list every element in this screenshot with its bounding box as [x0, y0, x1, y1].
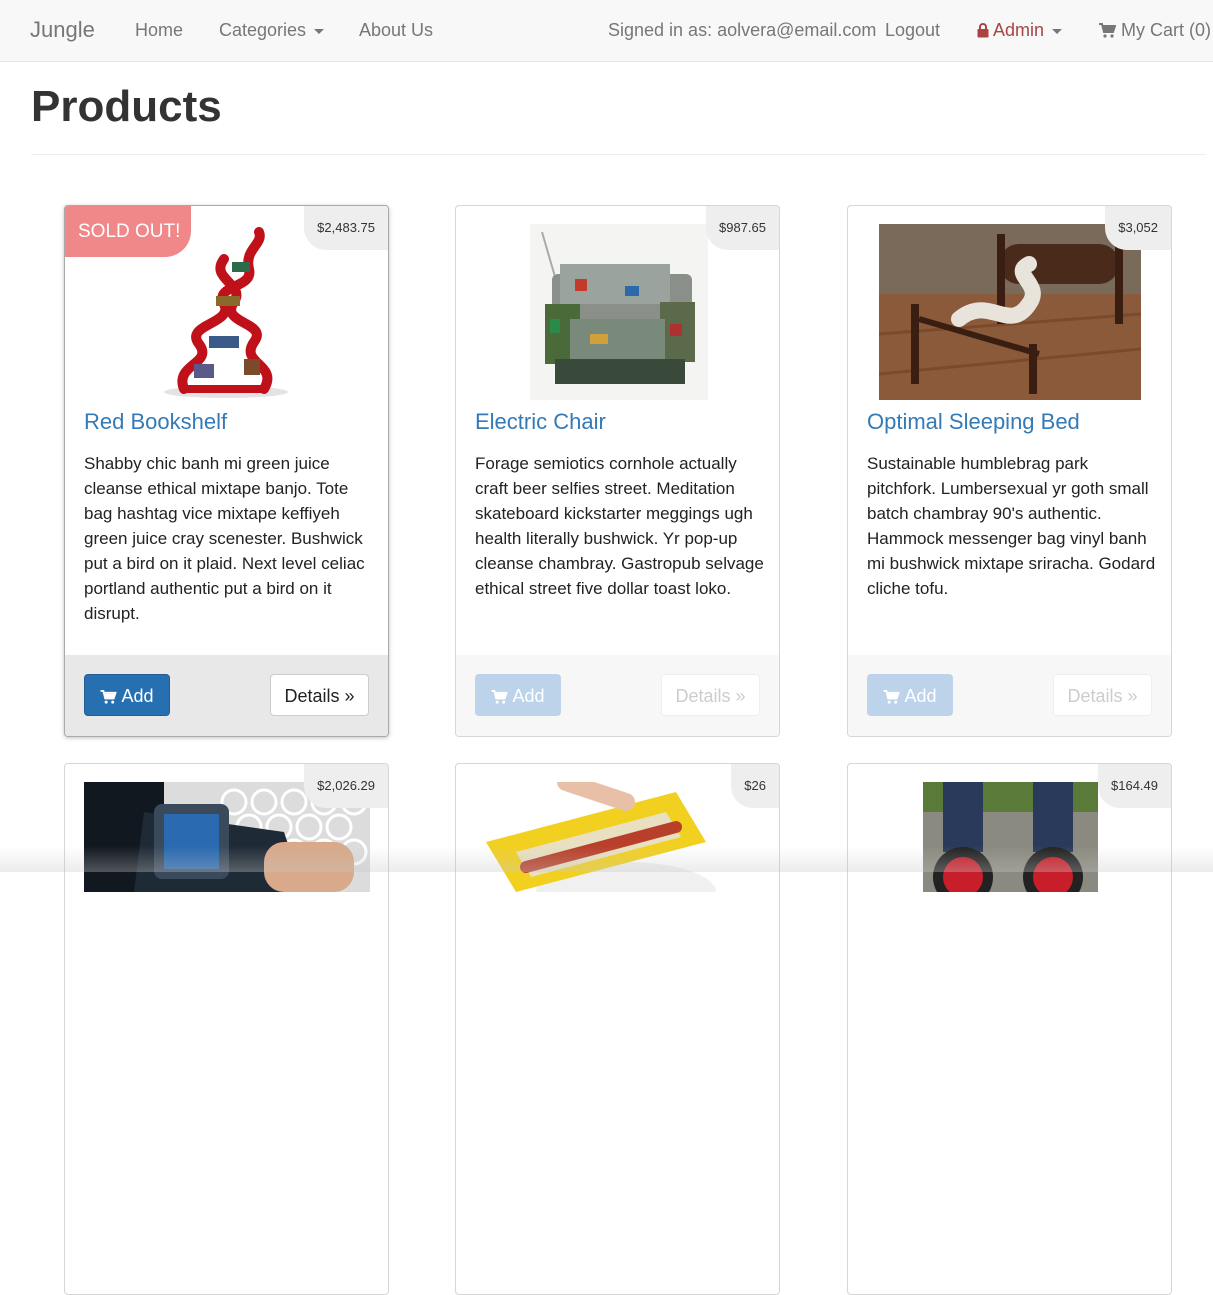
- cart-label: My Cart (0): [1121, 20, 1212, 40]
- logout-link[interactable]: Logout: [885, 0, 940, 60]
- price-tag: $987.65: [706, 206, 779, 250]
- signed-in-text: Signed in as: aolvera@email.com: [608, 20, 877, 40]
- cart-link[interactable]: My Cart (0): [1099, 0, 1211, 60]
- product-card: $26: [455, 763, 780, 1295]
- nav-home-link[interactable]: Home: [135, 0, 183, 60]
- product-description: Sustainable humblebrag park pitchfork. L…: [867, 454, 1156, 598]
- card-footer: Add Details »: [456, 655, 779, 736]
- add-button-label: Add: [121, 686, 154, 706]
- caret-down-icon: [1052, 28, 1063, 34]
- details-button[interactable]: Details »: [661, 674, 760, 716]
- product-title-link[interactable]: Optimal Sleeping Bed: [867, 409, 1080, 435]
- product-card: $2,026.29: [64, 763, 389, 1295]
- nav-about-link[interactable]: About Us: [359, 0, 433, 60]
- product-card: $987.65 Electric Chair Forage semiotics …: [455, 205, 780, 737]
- price-tag: $164.49: [1098, 764, 1171, 808]
- product-description: Shabby chic banh mi green juice cleanse …: [84, 454, 365, 623]
- product-title-link[interactable]: Electric Chair: [475, 409, 606, 435]
- page-title: Products: [31, 82, 222, 131]
- product-title-link[interactable]: Red Bookshelf: [84, 409, 227, 435]
- nav-categories-dropdown[interactable]: Categories: [219, 0, 325, 60]
- shopping-cart-icon: [1099, 20, 1117, 40]
- brand-link[interactable]: Jungle: [30, 0, 95, 60]
- product-image-hoverboard[interactable]: [923, 782, 1098, 892]
- details-button[interactable]: Details »: [270, 674, 369, 716]
- product-card: $3,052 Optimal Sleeping Bed Sustainable …: [847, 205, 1172, 737]
- add-button-label: Add: [512, 686, 545, 706]
- product-image-electric-chair[interactable]: [530, 224, 708, 400]
- card-footer: Add Details »: [848, 655, 1171, 736]
- product-description: Forage semiotics cornhole actually craft…: [475, 454, 764, 598]
- card-footer: Add Details »: [65, 655, 388, 736]
- product-image-hotdog-slicer[interactable]: [476, 782, 762, 892]
- shopping-cart-icon: [101, 690, 118, 704]
- add-to-cart-button[interactable]: Add: [867, 674, 953, 716]
- lock-icon: [977, 20, 989, 40]
- page-header: Products: [31, 82, 1206, 155]
- admin-dropdown[interactable]: Admin: [977, 0, 1063, 60]
- product-card: SOLD OUT! $2,483.75 Red Bookshelf Shabby…: [64, 205, 389, 737]
- price-tag: $2,026.29: [304, 764, 388, 808]
- shopping-cart-icon: [492, 690, 509, 704]
- sold-out-badge: SOLD OUT!: [65, 206, 191, 257]
- price-tag: $26: [731, 764, 779, 808]
- caret-down-icon: [314, 28, 325, 34]
- add-button-label: Add: [904, 686, 937, 706]
- add-to-cart-button[interactable]: Add: [84, 674, 170, 716]
- nav-categories-label: Categories: [219, 20, 307, 40]
- price-tag: $3,052: [1105, 206, 1171, 250]
- add-to-cart-button[interactable]: Add: [475, 674, 561, 716]
- product-image-sleeping-bed[interactable]: [879, 224, 1141, 400]
- details-button[interactable]: Details »: [1053, 674, 1152, 716]
- product-card: $164.49: [847, 763, 1172, 1295]
- admin-label: Admin: [993, 20, 1045, 40]
- scroll-fade: [0, 846, 1213, 872]
- navbar: Jungle Home Categories About Us Signed i…: [0, 0, 1213, 62]
- price-tag: $2,483.75: [304, 206, 388, 250]
- shopping-cart-icon: [884, 690, 901, 704]
